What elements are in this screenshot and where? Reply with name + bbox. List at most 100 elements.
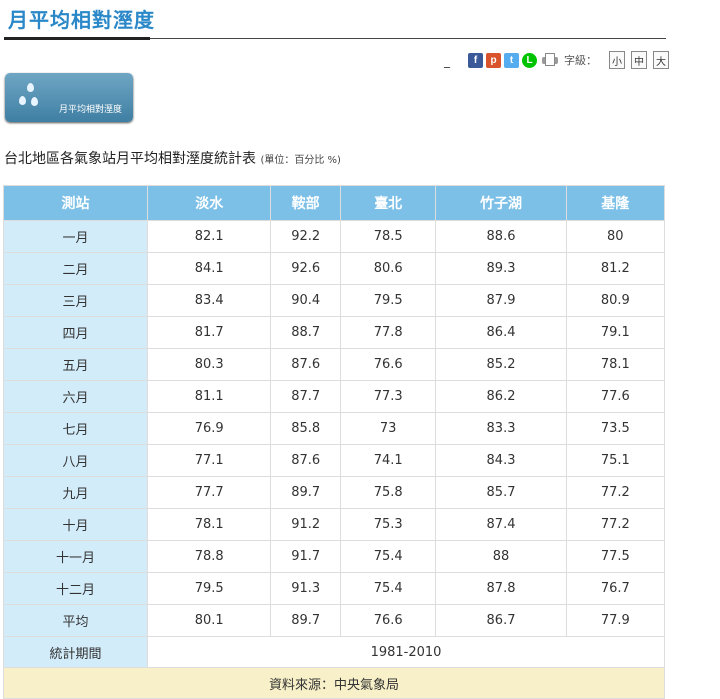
humidity-value-cell: 75.4 (339, 572, 437, 605)
humidity-value-cell: 80.9 (565, 284, 666, 317)
humidity-value-cell: 75.1 (565, 444, 666, 477)
plurk-share-icon[interactable]: p (486, 52, 501, 68)
humidity-value-cell: 88.6 (435, 220, 567, 253)
humidity-value-cell: 80.1 (147, 604, 272, 637)
table-row: 平均 80.1 89.7 76.6 86.7 77.9 (2, 604, 666, 637)
humidity-value-cell: 91.3 (270, 572, 341, 605)
humidity-table: 測站 淡水 鞍部 臺北 竹子湖 基隆 一月 82.1 92.2 78.5 88.6 80 二… (2, 185, 666, 699)
humidity-value-cell: 78.1 (565, 348, 666, 381)
header-danshui: 淡水 (147, 185, 272, 221)
font-size-label: 字級： (564, 54, 597, 67)
humidity-value-cell: 88.7 (270, 316, 341, 349)
table-row: 七月 76.9 85.8 73 83.3 73.5 (2, 412, 666, 445)
humidity-value-cell: 77.3 (339, 380, 437, 413)
humidity-value-cell: 76.6 (339, 348, 437, 381)
humidity-value-cell: 87.9 (435, 284, 567, 317)
humidity-value-cell: 82.1 (147, 220, 272, 253)
font-medium-button[interactable]: 中 (631, 51, 647, 69)
table-row: 五月 80.3 87.6 76.6 85.2 78.1 (2, 348, 666, 381)
humidity-value-cell: 77.8 (339, 316, 437, 349)
humidity-value-cell: 84.1 (147, 252, 272, 285)
humidity-value-cell: 81.7 (147, 316, 272, 349)
humidity-value-cell: 89.3 (435, 252, 567, 285)
humidity-value-cell: 88 (435, 540, 567, 573)
month-label-cell: 六月 (2, 380, 149, 413)
humidity-value-cell: 77.1 (147, 444, 272, 477)
header-station: 測站 (2, 185, 149, 221)
page-title: 月平均相對溼度 (8, 8, 155, 32)
humidity-value-cell: 78.8 (147, 540, 272, 573)
humidity-value-cell: 80.6 (339, 252, 437, 285)
month-label-cell: 八月 (2, 444, 149, 477)
line-share-icon[interactable]: L (522, 52, 537, 68)
humidity-value-cell: 73 (339, 412, 437, 445)
unit-note: (單位：百分比 %) (260, 155, 341, 166)
humidity-value-cell: 77.6 (565, 380, 666, 413)
humidity-value-cell: 85.2 (435, 348, 567, 381)
title-divider-accent (4, 37, 150, 40)
table-row: 六月 81.1 87.7 77.3 86.2 77.6 (2, 380, 666, 413)
humidity-value-cell: 75.4 (339, 540, 437, 573)
table-row: 一月 82.1 92.2 78.5 88.6 80 (2, 220, 666, 253)
humidity-value-cell: 76.7 (565, 572, 666, 605)
month-label-cell: 四月 (2, 316, 149, 349)
facebook-share-icon[interactable]: f (468, 52, 483, 68)
twitter-share-icon[interactable]: t (504, 52, 519, 68)
humidity-value-cell: 76.6 (339, 604, 437, 637)
humidity-value-cell: 89.7 (270, 604, 341, 637)
humidity-value-cell: 75.8 (339, 476, 437, 509)
month-label-cell: 平均 (2, 604, 149, 637)
humidity-value-cell: 77.7 (147, 476, 272, 509)
humidity-value-cell: 77.2 (565, 508, 666, 541)
header-keelung: 基隆 (565, 185, 666, 221)
month-label-cell: 五月 (2, 348, 149, 381)
table-row: 二月 84.1 92.6 80.6 89.3 81.2 (2, 252, 666, 285)
month-label-cell: 七月 (2, 412, 149, 445)
humidity-value-cell: 87.7 (270, 380, 341, 413)
humidity-value-cell: 83.3 (435, 412, 567, 445)
humidity-value-cell: 77.5 (565, 540, 666, 573)
humidity-value-cell: 84.3 (435, 444, 567, 477)
table-row: 三月 83.4 90.4 79.5 87.9 80.9 (2, 284, 666, 317)
humidity-value-cell: 81.1 (147, 380, 272, 413)
humidity-value-cell: 77.9 (565, 604, 666, 637)
humidity-badge: 月平均相對溼度 (5, 73, 133, 122)
humidity-value-cell: 78.1 (147, 508, 272, 541)
month-label-cell: 十一月 (2, 540, 149, 573)
humidity-value-cell: 86.2 (435, 380, 567, 413)
badge-label: 月平均相對溼度 (59, 105, 123, 115)
humidity-value-cell: 90.4 (270, 284, 341, 317)
humidity-value-cell: 80.3 (147, 348, 272, 381)
humidity-value-cell: 87.4 (435, 508, 567, 541)
month-label-cell: 十月 (2, 508, 149, 541)
table-row: 十二月 79.5 91.3 75.4 87.8 76.7 (2, 572, 666, 605)
table-row: 八月 77.1 87.6 74.1 84.3 75.1 (2, 444, 666, 477)
month-label-cell: 二月 (2, 252, 149, 285)
period-label-cell: 統計期間 (2, 636, 149, 668)
humidity-value-cell: 78.5 (339, 220, 437, 253)
humidity-value-cell: 73.5 (565, 412, 666, 445)
print-icon[interactable] (542, 53, 558, 67)
humidity-value-cell: 86.4 (435, 316, 567, 349)
humidity-value-cell: 87.6 (270, 348, 341, 381)
month-label-cell: 十二月 (2, 572, 149, 605)
font-small-button[interactable]: 小 (609, 51, 625, 69)
table-caption: 台北地區各氣象站月平均相對溼度統計表 (單位：百分比 %) (4, 148, 341, 168)
table-title: 台北地區各氣象站月平均相對溼度統計表 (4, 151, 256, 167)
table-row: 十一月 78.8 91.7 75.4 88 77.5 (2, 540, 666, 573)
humidity-value-cell: 91.2 (270, 508, 341, 541)
toolbar-dash: _ (444, 54, 450, 68)
humidity-value-cell: 87.6 (270, 444, 341, 477)
period-row: 統計期間 1981-2010 (2, 636, 665, 668)
humidity-value-cell: 77.2 (565, 476, 666, 509)
source-row: 資料來源：中央氣象局 (3, 667, 665, 699)
font-large-button[interactable]: 大 (653, 51, 669, 69)
humidity-value-cell: 74.1 (339, 444, 437, 477)
table-row: 四月 81.7 88.7 77.8 86.4 79.1 (2, 316, 666, 349)
header-taipei: 臺北 (339, 185, 437, 221)
source-cell: 資料來源：中央氣象局 (3, 667, 665, 699)
humidity-value-cell: 83.4 (147, 284, 272, 317)
humidity-value-cell: 79.5 (147, 572, 272, 605)
humidity-value-cell: 79.5 (339, 284, 437, 317)
month-label-cell: 三月 (2, 284, 149, 317)
